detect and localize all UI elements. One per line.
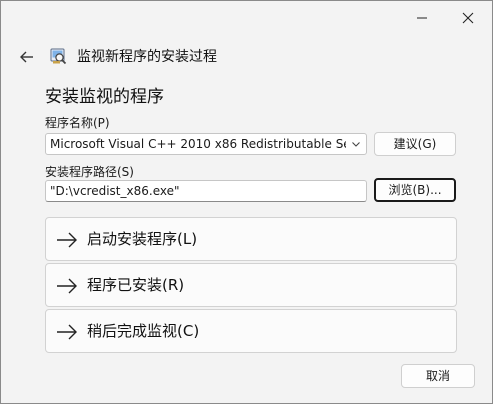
right-arrow-icon [57, 232, 77, 248]
back-arrow-icon [20, 51, 33, 63]
launch-installer-label: 启动安装程序(L) [87, 230, 198, 248]
dialog-header: 监视新程序的安装过程 [1, 39, 492, 75]
finish-later-label: 稍后完成监视(C) [87, 322, 200, 340]
close-button[interactable] [445, 1, 491, 35]
minimize-icon [417, 17, 427, 19]
right-arrow-icon [57, 278, 77, 294]
browse-button[interactable]: 浏览(B)... [374, 178, 456, 202]
dialog-window: 监视新程序的安装过程 安装监视的程序 程序名称(P) Microsoft Vis… [0, 0, 493, 404]
program-installed-command[interactable]: 程序已安装(R) [45, 263, 457, 307]
program-name-value: Microsoft Visual C++ 2010 x86 Redistribu… [50, 137, 346, 151]
installer-path-label: 安装程序路径(S) [45, 165, 134, 179]
program-installed-label: 程序已安装(R) [87, 276, 185, 294]
section-title: 安装监视的程序 [45, 87, 164, 107]
suggest-button[interactable]: 建议(G) [374, 132, 456, 156]
program-name-combobox[interactable]: Microsoft Visual C++ 2010 x86 Redistribu… [45, 133, 367, 155]
chevron-down-icon[interactable] [349, 134, 363, 154]
dialog-title: 监视新程序的安装过程 [77, 49, 217, 65]
close-icon [462, 12, 474, 24]
right-arrow-icon [57, 324, 77, 340]
program-name-label: 程序名称(P) [45, 116, 110, 130]
finish-later-command[interactable]: 稍后完成监视(C) [45, 309, 457, 353]
installer-path-input[interactable]: "D:\vcredist_x86.exe" [45, 180, 367, 202]
installer-monitor-icon [50, 48, 67, 65]
minimize-button[interactable] [399, 1, 445, 35]
title-bar [1, 1, 492, 35]
cancel-button[interactable]: 取消 [401, 364, 475, 388]
launch-installer-command[interactable]: 启动安装程序(L) [45, 217, 457, 261]
back-button[interactable] [17, 47, 37, 67]
